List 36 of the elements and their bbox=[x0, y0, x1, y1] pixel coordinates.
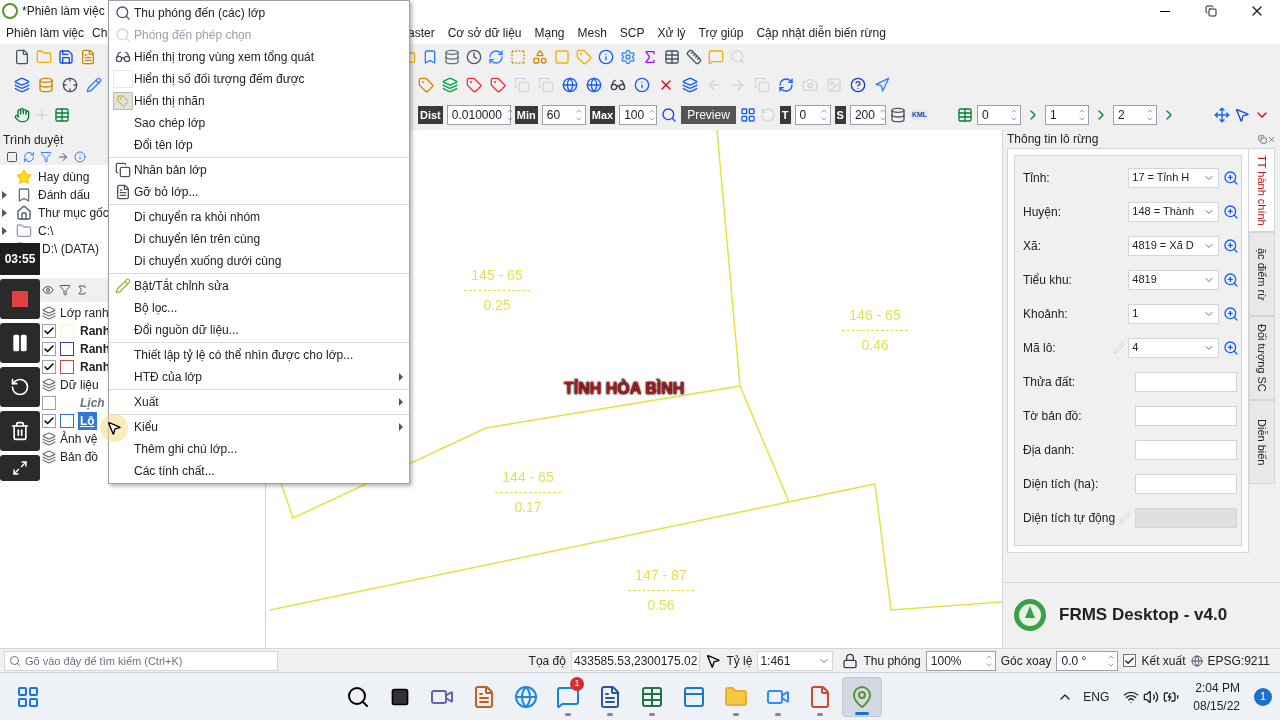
field-label: Max bbox=[589, 106, 616, 124]
field-label: Huyện: bbox=[1023, 203, 1063, 221]
app-name: FRMS Desktop - v4.0 bbox=[1059, 603, 1228, 626]
field-label: Tờ bản đồ: bbox=[1023, 407, 1083, 425]
province-label: TỈNH HÒA BÌNH bbox=[564, 378, 685, 399]
field-label: Xã: bbox=[1023, 237, 1042, 255]
field-label: Min bbox=[514, 106, 538, 124]
notification-badge: 1 bbox=[570, 676, 584, 691]
status-label: Kết xuất bbox=[1141, 652, 1186, 670]
parcel-code: 147 - 87 bbox=[635, 566, 687, 585]
field-label: Tiểu khu: bbox=[1023, 271, 1073, 289]
field-label: Mã lô: bbox=[1023, 339, 1057, 357]
field-label: S bbox=[834, 106, 846, 124]
parcel-area: 0.17 bbox=[514, 497, 542, 518]
parcel-code: 144 - 65 bbox=[502, 468, 554, 487]
field-label: Khoảnh: bbox=[1023, 305, 1069, 323]
field-label: Diện tích tự động bbox=[1023, 509, 1115, 527]
field-label: Địa danh: bbox=[1023, 441, 1076, 459]
status-label: Thu phóng bbox=[863, 652, 921, 670]
field-label: Tỉnh: bbox=[1023, 169, 1051, 187]
field-label: Diện tích (ha): bbox=[1023, 475, 1100, 493]
parcel-code: 146 - 65 bbox=[849, 306, 901, 325]
parcel-code: 145 - 65 bbox=[471, 266, 523, 285]
field-label: Thửa đất: bbox=[1023, 373, 1077, 391]
status-label: Tọa độ bbox=[528, 652, 566, 670]
window-title: *Phiên làm việc bbox=[22, 3, 106, 20]
panel-title: Trình duyệt bbox=[2, 132, 65, 149]
parcel-area: 0.46 bbox=[861, 335, 889, 356]
recording-time: 03:55 bbox=[0, 243, 40, 275]
parcel-area: 0.56 bbox=[647, 595, 675, 616]
field-label: Dist bbox=[418, 106, 443, 124]
field-label: T bbox=[779, 106, 791, 124]
panel-title: Thông tin lô rừng bbox=[1007, 131, 1100, 148]
status-label: Tỷ lệ bbox=[726, 652, 753, 670]
status-label: Góc xoay bbox=[1000, 652, 1052, 670]
parcel-area: 0.25 bbox=[483, 295, 511, 316]
